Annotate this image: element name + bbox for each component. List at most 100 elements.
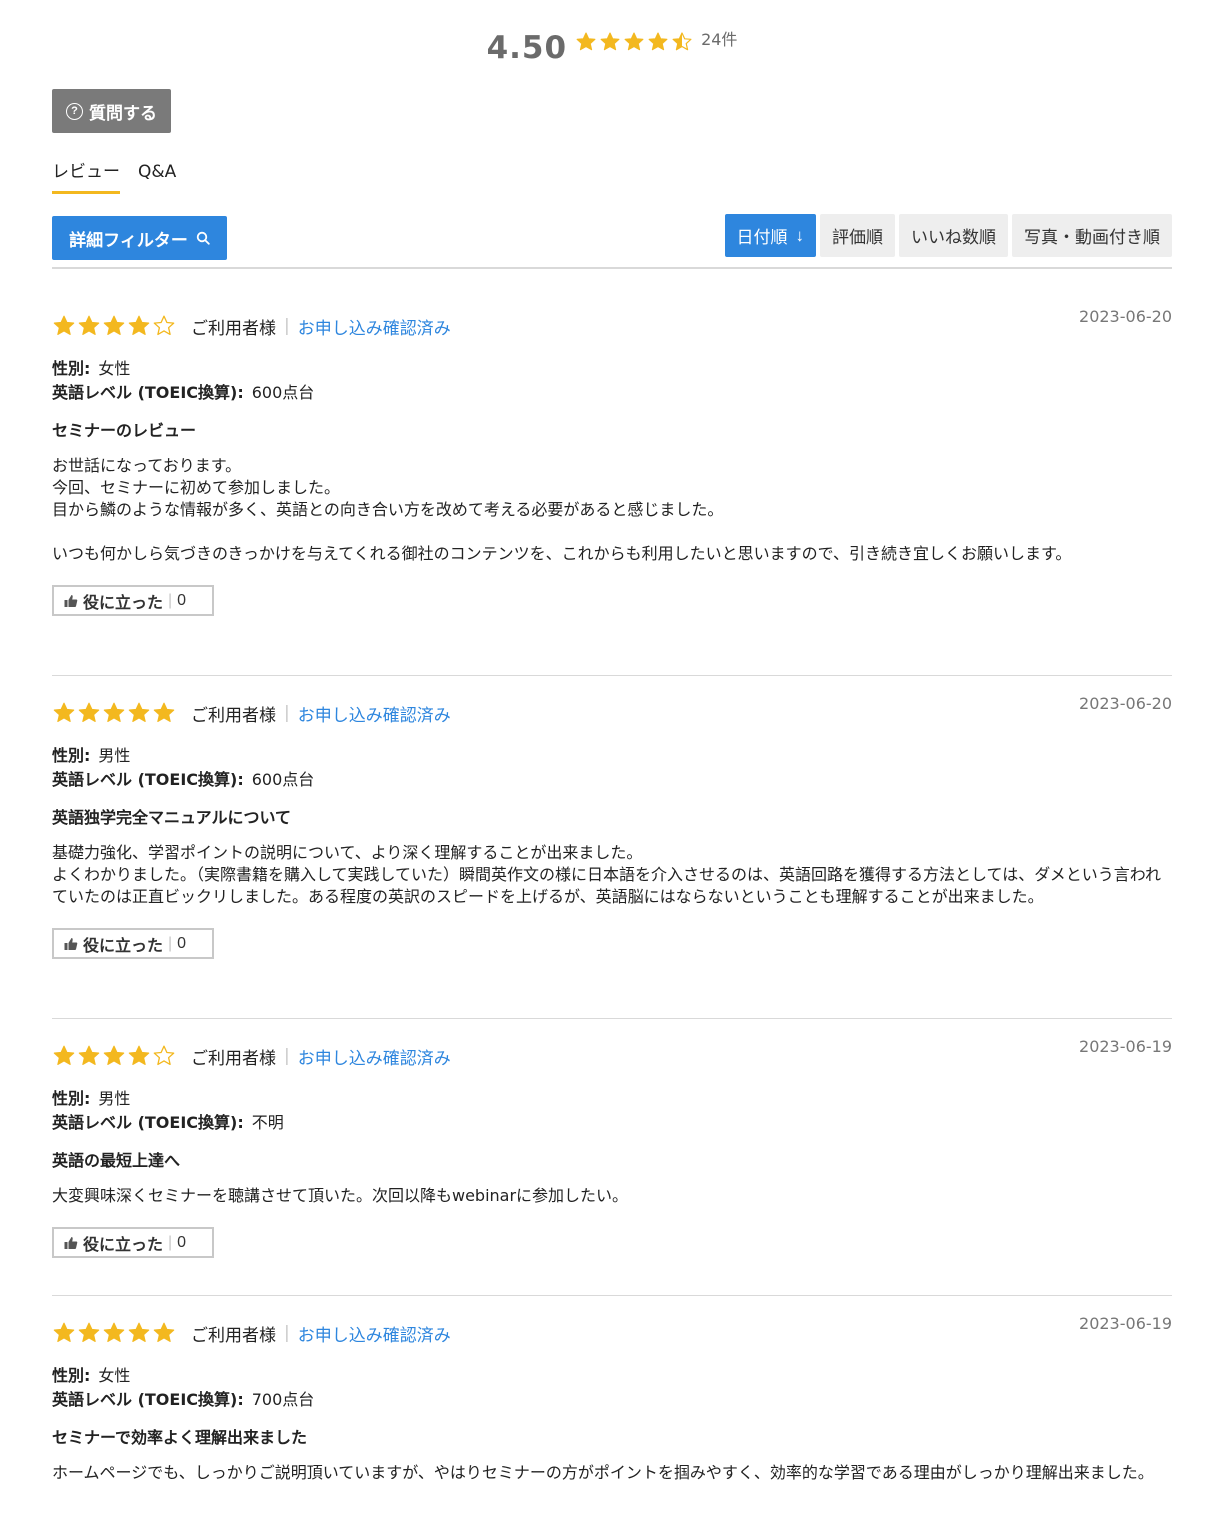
sort-by-media-button[interactable]: 写真・動画付き順 — [1012, 214, 1172, 257]
star-filled-icon — [77, 1321, 101, 1345]
tab-qa[interactable]: Q&A — [138, 158, 176, 194]
review-date: 2023-06-20 — [1079, 307, 1172, 326]
rating-summary: 4.50 24件 — [0, 26, 1224, 68]
review-toolbar: 詳細フィルター 日付順 ↓ 評価順 いいね数順 写真・動画付き順 — [52, 214, 1172, 269]
review-item: ご利用者様 | お申し込み確認済み 2023-06-19 性別: 男性 英語レベル… — [52, 1037, 1172, 1296]
star-empty-icon — [152, 314, 176, 338]
verified-badge: お申し込み確認済み — [297, 1325, 451, 1346]
star-filled-icon — [77, 314, 101, 338]
helpful-divider: | — [168, 934, 173, 952]
review-item: ご利用者様 | お申し込み確認済み 2023-06-19 性別: 女性 英語レベル… — [52, 1314, 1172, 1516]
verified-badge: お申し込み確認済み — [297, 318, 451, 339]
ask-question-button[interactable]: ? 質問する — [52, 89, 171, 133]
review-body: 基礎力強化、学習ポイントの説明について、より深く理解することが出来ました。 よく… — [52, 843, 1161, 906]
star-filled-icon — [52, 314, 76, 338]
star-filled-icon — [127, 701, 151, 725]
star-filled-icon — [102, 1044, 126, 1068]
review-date: 2023-06-19 — [1079, 1314, 1172, 1333]
star-filled-icon — [52, 1044, 76, 1068]
header-divider: | — [284, 1323, 290, 1343]
helpful-button[interactable]: 役に立った | 0 — [52, 928, 214, 959]
review-title: 英語の最短上達へ — [52, 1151, 181, 1170]
ask-question-label: 質問する — [89, 103, 157, 123]
arrow-down-icon: ↓ — [795, 225, 805, 245]
review-body: お世話になっております。 今回、セミナーに初めて参加しました。 目から鱗のような… — [52, 456, 1072, 563]
summary-stars — [575, 28, 695, 68]
star-filled-icon — [52, 1321, 76, 1345]
gender-attribute: 性別: 男性 — [52, 1089, 131, 1108]
star-filled-icon — [647, 31, 669, 53]
review-item: ご利用者様 | お申し込み確認済み 2023-06-20 性別: 男性 英語レベル… — [52, 694, 1172, 1019]
star-filled-icon — [599, 31, 621, 53]
header-divider: | — [284, 703, 290, 723]
review-title: セミナーで効率よく理解出来ました — [52, 1428, 308, 1447]
helpful-label: 役に立った — [83, 937, 164, 955]
review-count: 24件 — [701, 30, 738, 49]
review-date: 2023-06-19 — [1079, 1037, 1172, 1056]
review-stars — [52, 701, 177, 725]
star-filled-icon — [102, 1321, 126, 1345]
sort-by-date-button[interactable]: 日付順 ↓ — [724, 214, 816, 257]
reviewer-name: ご利用者様 — [191, 705, 276, 726]
sort-by-likes-button[interactable]: いいね数順 — [899, 214, 1008, 257]
helpful-label: 役に立った — [83, 1236, 164, 1254]
gender-attribute: 性別: 女性 — [52, 1366, 131, 1385]
reviewer-name: ご利用者様 — [191, 318, 276, 339]
thumbs-up-icon — [64, 594, 78, 607]
helpful-count: 0 — [177, 1233, 187, 1251]
review-header: ご利用者様 | お申し込み確認済み 2023-06-20 — [52, 694, 1172, 732]
english-level-attribute: 英語レベル (TOEIC換算): 600点台 — [52, 770, 315, 789]
tab-reviews[interactable]: レビュー — [52, 158, 120, 194]
star-filled-icon — [52, 701, 76, 725]
sort-by-rating-button[interactable]: 評価順 — [820, 214, 895, 257]
star-half-icon — [671, 31, 693, 53]
review-title: セミナーのレビュー — [52, 421, 197, 440]
thumbs-up-icon — [64, 937, 78, 950]
helpful-count: 0 — [177, 591, 187, 609]
review-item: ご利用者様 | お申し込み確認済み 2023-06-20 性別: 女性 英語レベル… — [52, 307, 1172, 676]
review-body: ホームページでも、しっかりご説明頂いていますが、やはりセミナーの方がポイントを掴… — [52, 1463, 1154, 1482]
header-divider: | — [284, 1046, 290, 1066]
gender-attribute: 性別: 男性 — [52, 746, 131, 765]
star-filled-icon — [77, 1044, 101, 1068]
detail-filter-button[interactable]: 詳細フィルター — [52, 216, 227, 260]
star-filled-icon — [102, 701, 126, 725]
tab-bar: レビュー Q&A — [52, 158, 194, 194]
star-filled-icon — [102, 314, 126, 338]
helpful-divider: | — [168, 1233, 173, 1251]
reviewer-name: ご利用者様 — [191, 1048, 276, 1069]
detail-filter-label: 詳細フィルター — [69, 230, 188, 250]
helpful-divider: | — [168, 591, 173, 609]
star-empty-icon — [152, 1044, 176, 1068]
review-header: ご利用者様 | お申し込み確認済み 2023-06-20 — [52, 307, 1172, 345]
reviewer-name: ご利用者様 — [191, 1325, 276, 1346]
review-title: 英語独学完全マニュアルについて — [52, 808, 292, 827]
review-date: 2023-06-20 — [1079, 694, 1172, 713]
star-filled-icon — [127, 1044, 151, 1068]
review-stars — [52, 1321, 177, 1345]
star-filled-icon — [623, 31, 645, 53]
star-filled-icon — [77, 701, 101, 725]
gender-attribute: 性別: 女性 — [52, 359, 131, 378]
review-header: ご利用者様 | お申し込み確認済み 2023-06-19 — [52, 1314, 1172, 1352]
question-circle-icon: ? — [66, 102, 83, 120]
helpful-button[interactable]: 役に立った | 0 — [52, 1227, 214, 1258]
helpful-button[interactable]: 役に立った | 0 — [52, 585, 214, 616]
thumbs-up-icon — [64, 1236, 78, 1249]
english-level-attribute: 英語レベル (TOEIC換算): 600点台 — [52, 383, 315, 402]
helpful-label: 役に立った — [83, 594, 164, 612]
star-filled-icon — [575, 31, 597, 53]
verified-badge: お申し込み確認済み — [297, 1048, 451, 1069]
english-level-attribute: 英語レベル (TOEIC換算): 不明 — [52, 1113, 284, 1132]
review-body: 大変興味深くセミナーを聴講させて頂いた。次回以降もwebinarに参加したい。 — [52, 1186, 629, 1205]
sort-options: 日付順 ↓ 評価順 いいね数順 写真・動画付き順 — [721, 214, 1172, 257]
star-filled-icon — [127, 1321, 151, 1345]
review-stars — [52, 1044, 177, 1068]
helpful-count: 0 — [177, 934, 187, 952]
average-rating: 4.50 — [486, 30, 568, 66]
search-icon — [196, 231, 210, 245]
english-level-attribute: 英語レベル (TOEIC換算): 700点台 — [52, 1390, 315, 1409]
sort-by-date-label: 日付順 — [736, 228, 788, 247]
header-divider: | — [284, 316, 290, 336]
star-filled-icon — [152, 701, 176, 725]
